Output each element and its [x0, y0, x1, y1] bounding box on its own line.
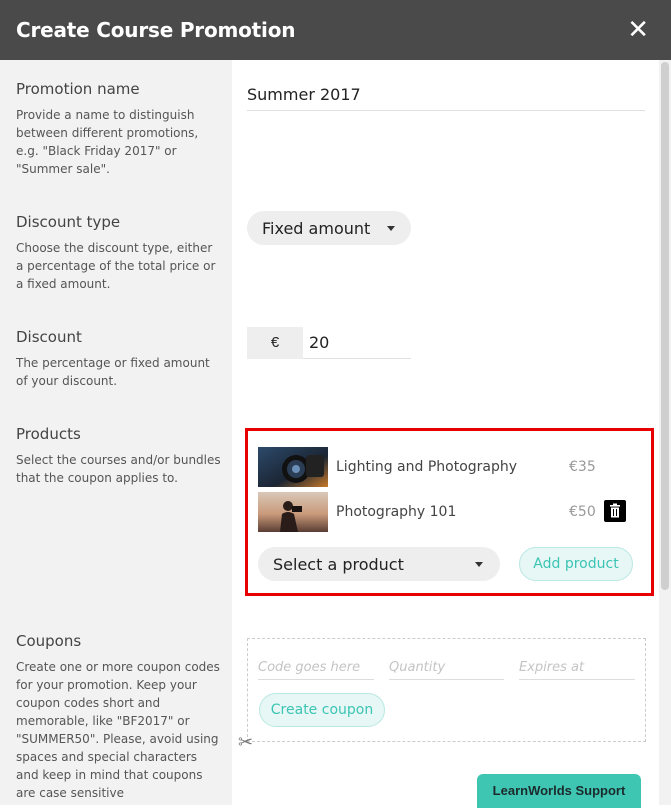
select-product-placeholder: Select a product — [273, 555, 404, 574]
promotion-name-input[interactable]: Summer 2017 — [247, 80, 645, 111]
products-heading: Products — [16, 425, 81, 443]
product-row: Photography 101 €50 — [258, 492, 638, 532]
product-name: Lighting and Photography — [336, 459, 518, 475]
select-product-dropdown[interactable]: Select a product — [258, 547, 500, 581]
product-name: Photography 101 — [336, 504, 457, 520]
products-section: Products Select the courses and/or bundl… — [16, 425, 222, 487]
close-icon[interactable]: ✕ — [627, 14, 649, 44]
product-price: €35 — [569, 459, 596, 475]
add-product-button[interactable]: Add product — [519, 547, 633, 581]
modal-title: Create Course Promotion — [16, 18, 296, 42]
discount-input[interactable]: 20 — [303, 327, 411, 359]
discount-type-dropdown[interactable]: Fixed amount — [247, 211, 411, 245]
photographer-thumbnail — [258, 492, 328, 532]
coupon-code-input[interactable]: Code goes here — [258, 653, 374, 680]
products-box: Lighting and Photography €35 Photography… — [245, 428, 654, 596]
discount-section: Discount The percentage or fixed amount … — [16, 328, 222, 390]
discount-description: The percentage or fixed amount of your d… — [16, 356, 210, 388]
coupons-heading: Coupons — [16, 632, 82, 650]
create-coupon-button[interactable]: Create coupon — [259, 693, 385, 727]
promotion-name-description: Provide a name to distinguish between di… — [16, 108, 199, 176]
chevron-down-icon — [387, 226, 395, 231]
scissors-icon: ✂ — [238, 732, 254, 752]
modal-header: Create Course Promotion ✕ — [0, 0, 671, 60]
chevron-down-icon — [475, 562, 483, 567]
coupon-box: Code goes here Quantity Expires at Creat… — [247, 638, 646, 742]
promotion-name-heading: Promotion name — [16, 80, 140, 98]
product-row: Lighting and Photography €35 — [258, 447, 638, 487]
coupons-section: Coupons Create one or more coupon codes … — [16, 632, 222, 802]
scrollbar[interactable] — [661, 62, 669, 590]
camera-lens-thumbnail — [258, 447, 328, 487]
coupon-quantity-input[interactable]: Quantity — [389, 653, 504, 680]
discount-type-heading: Discount type — [16, 213, 121, 231]
support-button[interactable]: LearnWorlds Support — [477, 774, 641, 808]
coupons-description: Create one or more coupon codes for your… — [16, 660, 220, 800]
discount-heading: Discount — [16, 328, 82, 346]
products-description: Select the courses and/or bundles that t… — [16, 453, 221, 485]
discount-type-value: Fixed amount — [262, 219, 371, 238]
coupon-expires-input[interactable]: Expires at — [519, 653, 635, 680]
currency-addon: € — [247, 327, 303, 359]
product-price: €50 — [569, 504, 596, 520]
trash-icon[interactable] — [604, 500, 626, 522]
discount-type-description: Choose the discount type, either a perce… — [16, 241, 216, 291]
promotion-name-section: Promotion name Provide a name to disting… — [16, 80, 222, 178]
discount-type-section: Discount type Choose the discount type, … — [16, 213, 222, 293]
